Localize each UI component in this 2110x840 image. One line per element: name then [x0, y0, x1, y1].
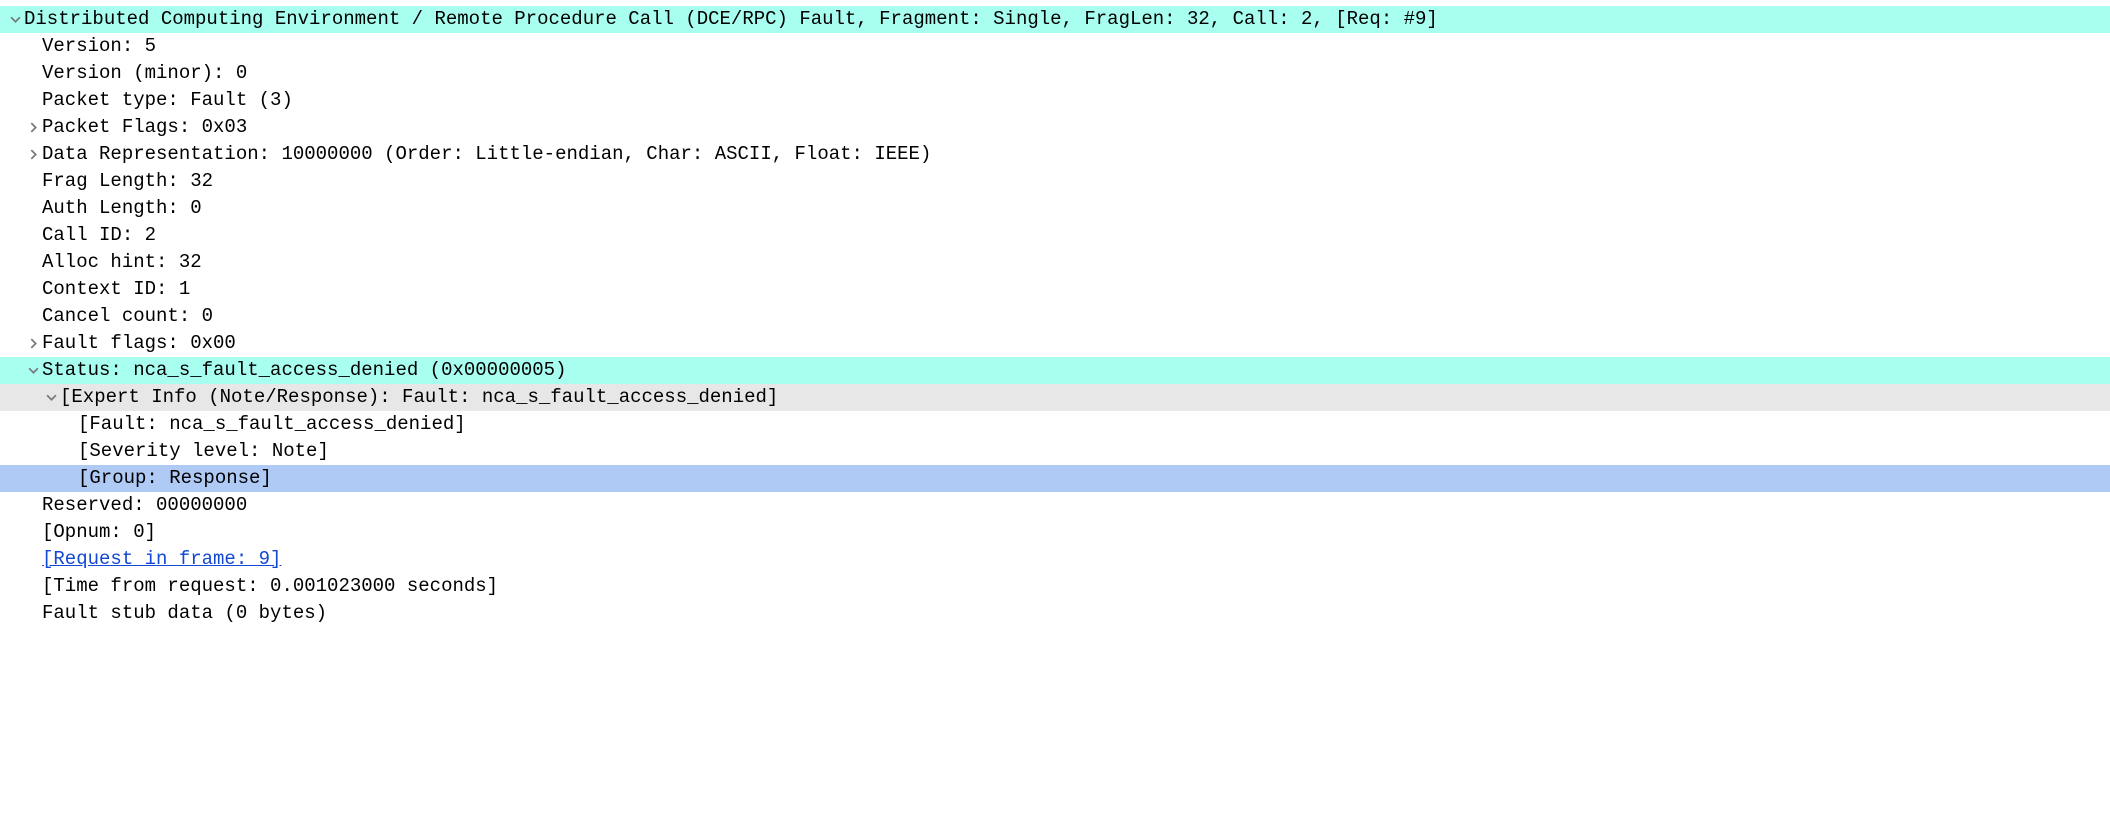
request-in-frame-link[interactable]: [Request in frame: 9]	[42, 548, 281, 570]
protocol-header-row[interactable]: Distributed Computing Environment / Remo…	[0, 6, 2110, 33]
field-request-frame-row[interactable]: [Request in frame: 9]	[0, 546, 2110, 573]
field-data-repr: Data Representation: 10000000 (Order: Li…	[42, 141, 2110, 168]
packet-details-pane: Distributed Computing Environment / Remo…	[0, 0, 2110, 633]
field-alloc-hint: Alloc hint: 32	[42, 249, 2110, 276]
field-time-from-request-row[interactable]: [Time from request: 0.001023000 seconds]	[0, 573, 2110, 600]
field-fault-flags: Fault flags: 0x00	[42, 330, 2110, 357]
expert-fault: [Fault: nca_s_fault_access_denied]	[78, 411, 2110, 438]
expert-severity: [Severity level: Note]	[78, 438, 2110, 465]
field-fault-stub: Fault stub data (0 bytes)	[42, 600, 2110, 627]
field-frag-length: Frag Length: 32	[42, 168, 2110, 195]
field-context-id: Context ID: 1	[42, 276, 2110, 303]
expert-group-row[interactable]: [Group: Response]	[0, 465, 2110, 492]
field-fault-stub-row[interactable]: Fault stub data (0 bytes)	[0, 600, 2110, 627]
field-version-row[interactable]: Version: 5	[0, 33, 2110, 60]
chevron-down-icon[interactable]	[24, 365, 42, 376]
chevron-right-icon[interactable]	[24, 338, 42, 349]
chevron-right-icon[interactable]	[24, 122, 42, 133]
field-version-minor: Version (minor): 0	[42, 60, 2110, 87]
field-packet-type: Packet type: Fault (3)	[42, 87, 2110, 114]
field-cancel-count: Cancel count: 0	[42, 303, 2110, 330]
field-data-repr-row[interactable]: Data Representation: 10000000 (Order: Li…	[0, 141, 2110, 168]
field-version-minor-row[interactable]: Version (minor): 0	[0, 60, 2110, 87]
chevron-down-icon[interactable]	[42, 392, 60, 403]
field-auth-length: Auth Length: 0	[42, 195, 2110, 222]
field-packet-type-row[interactable]: Packet type: Fault (3)	[0, 87, 2110, 114]
protocol-header: Distributed Computing Environment / Remo…	[24, 6, 2110, 33]
expert-severity-row[interactable]: [Severity level: Note]	[0, 438, 2110, 465]
field-reserved: Reserved: 00000000	[42, 492, 2110, 519]
field-packet-flags: Packet Flags: 0x03	[42, 114, 2110, 141]
field-auth-length-row[interactable]: Auth Length: 0	[0, 195, 2110, 222]
expert-info-header: [Expert Info (Note/Response): Fault: nca…	[60, 384, 2110, 411]
expert-group: [Group: Response]	[78, 465, 2110, 492]
field-packet-flags-row[interactable]: Packet Flags: 0x03	[0, 114, 2110, 141]
field-status: Status: nca_s_fault_access_denied (0x000…	[42, 357, 2110, 384]
field-time-from-request: [Time from request: 0.001023000 seconds]	[42, 573, 2110, 600]
field-opnum-row[interactable]: [Opnum: 0]	[0, 519, 2110, 546]
field-status-row[interactable]: Status: nca_s_fault_access_denied (0x000…	[0, 357, 2110, 384]
field-cancel-count-row[interactable]: Cancel count: 0	[0, 303, 2110, 330]
field-frag-length-row[interactable]: Frag Length: 32	[0, 168, 2110, 195]
field-version: Version: 5	[42, 33, 2110, 60]
expert-fault-row[interactable]: [Fault: nca_s_fault_access_denied]	[0, 411, 2110, 438]
field-reserved-row[interactable]: Reserved: 00000000	[0, 492, 2110, 519]
field-opnum: [Opnum: 0]	[42, 519, 2110, 546]
field-alloc-hint-row[interactable]: Alloc hint: 32	[0, 249, 2110, 276]
field-fault-flags-row[interactable]: Fault flags: 0x00	[0, 330, 2110, 357]
field-call-id: Call ID: 2	[42, 222, 2110, 249]
field-context-id-row[interactable]: Context ID: 1	[0, 276, 2110, 303]
expert-info-row[interactable]: [Expert Info (Note/Response): Fault: nca…	[0, 384, 2110, 411]
chevron-down-icon[interactable]	[6, 14, 24, 25]
chevron-right-icon[interactable]	[24, 149, 42, 160]
field-call-id-row[interactable]: Call ID: 2	[0, 222, 2110, 249]
